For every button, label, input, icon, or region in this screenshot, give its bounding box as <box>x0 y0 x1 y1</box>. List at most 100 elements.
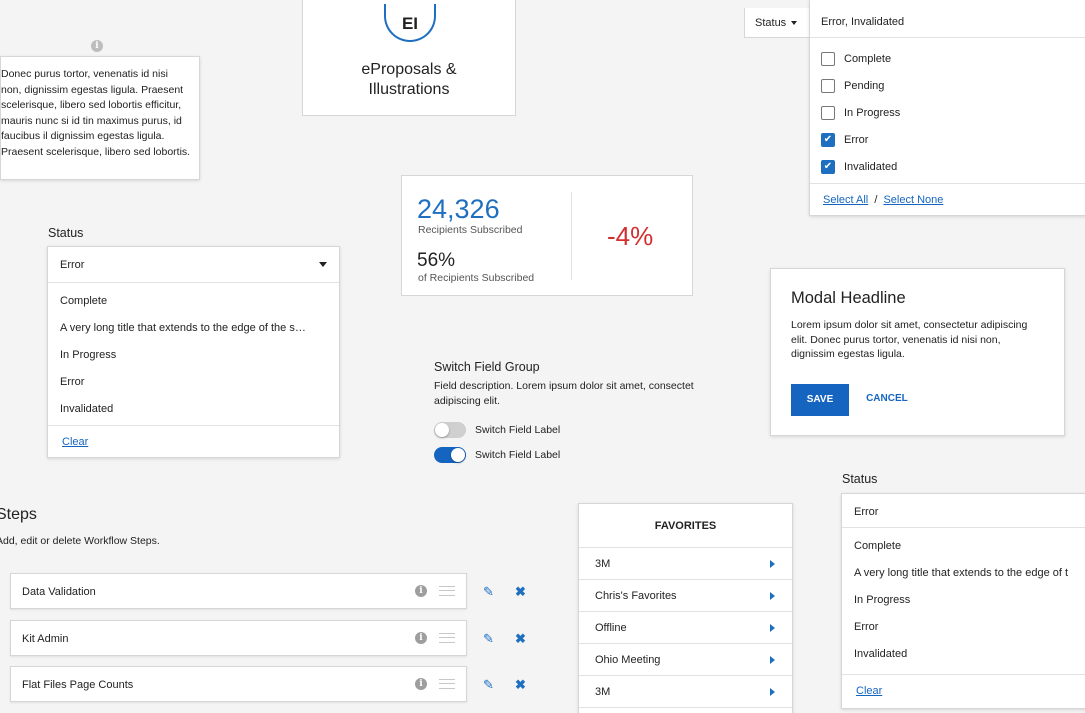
status-filter-value[interactable]: Error, Invalidated <box>810 0 1085 38</box>
cancel-button[interactable]: CANCEL <box>866 393 908 404</box>
favorite-label: Chris's Favorites <box>595 590 677 602</box>
favorite-label: Offline <box>595 622 627 634</box>
select-option[interactable]: Error <box>842 613 1085 640</box>
caret-down-icon <box>319 262 327 267</box>
caret-down-icon <box>791 21 798 26</box>
recipients-count: 24,326 <box>417 194 500 224</box>
checkbox-unchecked[interactable] <box>821 51 835 66</box>
favorite-item[interactable]: Chris's Favorites <box>579 580 792 612</box>
favorite-item[interactable]: 3M <box>579 548 792 580</box>
favorite-item[interactable]: Ohio Meeting <box>579 644 792 676</box>
modal: Modal Headline Lorem ipsum dolor sit ame… <box>770 268 1065 436</box>
select-none-link[interactable]: Select None <box>883 194 943 206</box>
select-option[interactable]: Invalidated <box>842 640 1085 667</box>
checkbox-option[interactable]: Complete <box>810 42 1085 69</box>
delete-icon[interactable]: ✖ <box>515 677 526 693</box>
favorite-item[interactable]: Offline <box>579 612 792 644</box>
status-filter-panel: Error, Invalidated Complete Pending In Pro… <box>809 0 1085 216</box>
checkbox-label: Complete <box>844 52 892 65</box>
favorites-title: FAVORITES <box>579 504 792 548</box>
save-button[interactable]: SAVE <box>791 383 849 416</box>
switch-knob <box>451 448 465 462</box>
recipients-label: Recipients Subscribed <box>418 224 523 236</box>
modal-actions: SAVE CANCEL <box>791 383 1044 416</box>
edit-icon[interactable]: ✎ <box>483 584 494 600</box>
clear-link[interactable]: Clear <box>62 436 88 448</box>
steps-title: Steps <box>0 506 37 523</box>
edit-icon[interactable]: ✎ <box>483 631 494 647</box>
select-option[interactable]: Invalidated <box>48 395 339 422</box>
delete-icon[interactable]: ✖ <box>515 631 526 647</box>
checkbox-option[interactable]: Pending <box>810 69 1085 96</box>
clear-link[interactable]: Clear <box>856 685 882 697</box>
app-title-line-2: Illustrations <box>368 81 450 98</box>
select-option[interactable]: Complete <box>48 287 339 314</box>
select-all-link[interactable]: Select All <box>823 194 868 206</box>
select-option[interactable]: A very long title that extends to the ed… <box>842 559 1085 586</box>
drag-handle-icon[interactable] <box>439 679 455 689</box>
select-option[interactable]: Error <box>48 368 339 395</box>
steps-description: Add, edit or delete Workflow Steps. <box>0 535 160 547</box>
favorite-item[interactable]: 3M <box>579 676 792 708</box>
info-icon[interactable]: i <box>91 40 103 52</box>
switch-group-title: Switch Field Group <box>434 360 540 374</box>
status-select-label: Status <box>48 226 84 240</box>
tooltip-text: Donec purus tortor, venenatis id nisi no… <box>1 68 191 158</box>
link-separator: / <box>874 194 878 206</box>
select-option[interactable]: In Progress <box>842 586 1085 613</box>
switch-group-description: Field description. Lorem ipsum dolor sit… <box>434 380 694 407</box>
checkbox-option[interactable]: ✔ Invalidated <box>810 150 1085 177</box>
status-filter-trigger[interactable]: Status <box>744 8 810 38</box>
stats-divider <box>571 192 572 280</box>
select-option[interactable]: In Progress <box>48 341 339 368</box>
toggle-switch-off[interactable] <box>434 422 466 438</box>
change-value: -4% <box>607 221 654 251</box>
modal-title: Modal Headline <box>791 289 906 307</box>
chevron-right-icon <box>770 624 775 632</box>
app-title: eProposals & Illustrations <box>303 60 515 100</box>
step-name: Flat Files Page Counts <box>22 679 134 691</box>
checkbox-label: In Progress <box>844 106 901 119</box>
switch-label: Switch Field Label <box>475 424 561 436</box>
switch-field-2[interactable]: Switch Field Label <box>434 447 560 463</box>
app-title-line-1: eProposals & <box>361 61 457 78</box>
delete-icon[interactable]: ✖ <box>515 584 526 600</box>
select-option[interactable]: Complete <box>842 532 1085 559</box>
edit-icon[interactable]: ✎ <box>483 677 494 693</box>
drag-handle-icon[interactable] <box>439 586 455 596</box>
status-select-label: Status <box>842 472 878 486</box>
status-select-value[interactable]: Error <box>48 247 339 283</box>
info-icon[interactable]: i <box>415 585 427 597</box>
checkbox-unchecked[interactable] <box>821 105 835 120</box>
checkbox-unchecked[interactable] <box>821 78 835 93</box>
info-icon[interactable]: i <box>415 632 427 644</box>
checkbox-label: Error <box>844 133 869 146</box>
recipients-percent-label: of Recipients Subscribed <box>418 272 535 284</box>
checkbox-checked[interactable]: ✔ <box>821 132 835 147</box>
status-select-value-text: Error <box>60 259 85 271</box>
step-row[interactable]: Data Validation i <box>10 573 467 609</box>
status-select-footer: Clear <box>842 674 1085 704</box>
chevron-right-icon <box>770 592 775 600</box>
favorites-list: 3M Chris's Favorites Offline Ohio Meeting 3M <box>579 548 792 708</box>
switch-label: Switch Field Label <box>475 449 561 461</box>
status-filter-options: Complete Pending In Progress ✔ Error ✔ Invalid… <box>810 38 1085 177</box>
checkbox-checked[interactable]: ✔ <box>821 159 835 174</box>
status-select: Error Complete A very long title that ext… <box>841 493 1085 709</box>
toggle-switch-on[interactable] <box>434 447 466 463</box>
checkbox-option[interactable]: In Progress <box>810 96 1085 123</box>
step-row[interactable]: Kit Admin i <box>10 620 467 656</box>
select-option[interactable]: A very long title that extends to the ed… <box>48 314 339 341</box>
status-select-value[interactable]: Error <box>842 494 1085 528</box>
drag-handle-icon[interactable] <box>439 633 455 643</box>
info-icon[interactable]: i <box>415 678 427 690</box>
status-select-options: Complete A very long title that extends t… <box>842 528 1085 674</box>
switch-field-1[interactable]: Switch Field Label <box>434 422 560 438</box>
status-filter-footer: Select All / Select None <box>810 183 1085 206</box>
logo-badge: EI <box>384 4 436 42</box>
chevron-right-icon <box>770 656 775 664</box>
step-row[interactable]: Flat Files Page Counts i <box>10 666 467 702</box>
favorite-label: Ohio Meeting <box>595 654 661 666</box>
status-select-footer: Clear <box>48 425 339 455</box>
checkbox-option[interactable]: ✔ Error <box>810 123 1085 150</box>
